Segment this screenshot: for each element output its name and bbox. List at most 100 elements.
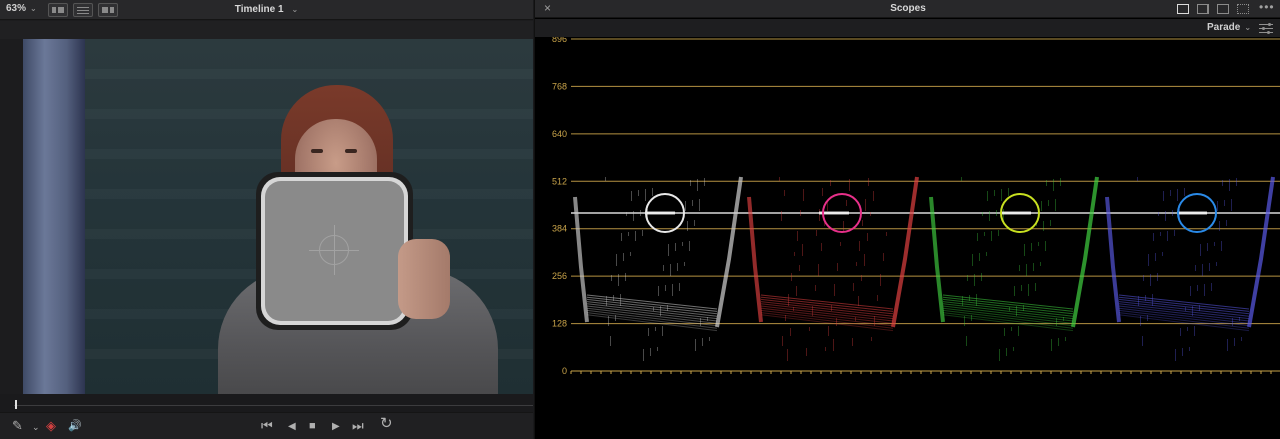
trace-band [1118, 314, 1250, 332]
dual-scope-layout-icon[interactable] [1197, 4, 1209, 14]
trace-speckle [605, 177, 606, 181]
trace-speckle [785, 315, 786, 321]
trace-speckle [1160, 232, 1161, 236]
layers-icon[interactable]: ◈ [46, 418, 56, 434]
trace-speckle [692, 200, 693, 206]
trace-speckle [611, 275, 612, 281]
trace-speckle [806, 348, 807, 356]
trace-speckle [679, 283, 680, 291]
last-frame-icon[interactable]: ⏭ [352, 418, 364, 434]
scopes-subbar: Parade ⌄ [535, 19, 1280, 37]
trace-band [1118, 307, 1250, 324]
first-frame-icon[interactable]: ⏮ [261, 418, 273, 434]
trace-speckle [1045, 241, 1046, 251]
trace-speckle [670, 264, 671, 276]
trace-speckle [653, 307, 654, 311]
trace-speckle [608, 316, 609, 326]
trace-speckle [1229, 179, 1230, 191]
trace-edge [929, 196, 945, 323]
trace-speckle [1150, 274, 1151, 286]
trace-speckle [668, 244, 669, 256]
trace-speckle [1167, 231, 1168, 241]
trace-speckle [781, 211, 782, 221]
playhead[interactable] [15, 400, 17, 409]
trace-speckle [1194, 326, 1195, 336]
trace-speckle [675, 243, 676, 251]
trace-edge [1071, 176, 1099, 328]
trace-edge [891, 176, 919, 328]
scope-mode-dropdown[interactable]: Parade ⌄ [1207, 22, 1251, 33]
quad-scope-layout-icon[interactable] [1217, 4, 1229, 14]
trace-speckle [1060, 178, 1061, 186]
trace-speckle [689, 241, 690, 251]
trace-speckle [1195, 265, 1196, 271]
trace-speckle [615, 315, 616, 321]
trace-band [942, 312, 1074, 329]
more-options-icon[interactable]: ••• [1259, 0, 1275, 14]
trace-speckle [837, 263, 838, 271]
trace-speckle [819, 209, 820, 221]
trace-speckle [1142, 336, 1143, 346]
timeline-selector[interactable]: Timeline 1 ⌄ [0, 4, 533, 15]
single-scope-layout-icon[interactable] [1177, 4, 1189, 14]
trace-speckle [657, 347, 658, 351]
trace-speckle [961, 177, 962, 181]
chevron-down-icon[interactable]: ⌄ [32, 419, 40, 435]
viewer-panel: 63% ⌄ Timeline 1 ⌄ ✎ ⌄ ◈ 🔊 ⏮ ◀ ■ ▶ ⏭ ↻ [0, 0, 533, 439]
trace-speckle [1185, 307, 1186, 311]
scope-axis-labels: 896 768 640 512 384 256 128 0 [552, 37, 567, 376]
video-frame[interactable] [23, 39, 533, 394]
frame-pillar [23, 39, 85, 394]
trace-speckle [831, 305, 832, 311]
trace-speckle [1174, 230, 1175, 236]
trace-speckle [867, 233, 868, 241]
trace-edge [1247, 176, 1275, 328]
audio-icon[interactable]: 🔊 [68, 418, 82, 434]
parade-channel [573, 176, 743, 361]
play-icon[interactable]: ▶ [332, 419, 340, 435]
trace-speckle [981, 273, 982, 281]
trace-speckle [1231, 199, 1232, 211]
trace-speckle [1041, 201, 1042, 211]
color-picker-icon[interactable]: ✎ [12, 418, 23, 434]
trace-speckle [1035, 283, 1036, 291]
trace-speckle [799, 265, 800, 271]
trace-speckle [873, 191, 874, 201]
trace-speckle [1024, 244, 1025, 256]
trace-speckle [643, 349, 644, 361]
trace-speckle [858, 296, 859, 306]
trace-speckle [621, 233, 622, 241]
trace-speckle [695, 339, 696, 351]
trace-speckle [830, 180, 831, 186]
trace-speckle [1207, 243, 1208, 251]
multi-scope-layout-icon[interactable] [1237, 4, 1249, 14]
scopes-title: Scopes [890, 3, 926, 14]
stop-icon[interactable]: ■ [309, 418, 316, 434]
trace-speckle [1189, 347, 1190, 351]
trace-speckle [626, 212, 627, 216]
trace-speckle [702, 338, 703, 346]
trace-speckle [1043, 221, 1044, 231]
trace-speckle [1040, 262, 1041, 266]
scope-settings-icon[interactable] [1259, 22, 1273, 34]
axis-label: 512 [552, 176, 567, 186]
trace-speckle [1019, 265, 1020, 271]
loop-icon[interactable]: ↻ [380, 416, 393, 432]
trace-speckle [1026, 264, 1027, 276]
play-reverse-icon[interactable]: ◀ [288, 419, 296, 435]
scrub-bar[interactable] [0, 394, 533, 412]
trace-speckle [1023, 305, 1024, 311]
trace-speckle [1177, 189, 1178, 201]
trace-speckle [610, 336, 611, 346]
trace-speckle [630, 252, 631, 256]
trace-speckle [972, 254, 973, 266]
trace-speckle [991, 231, 992, 241]
trace-speckle [998, 230, 999, 236]
scope-mode-label: Parade [1207, 22, 1241, 33]
trace-speckle [815, 285, 816, 291]
trace-edge [1105, 196, 1121, 323]
trace-speckle [633, 211, 634, 221]
trace-speckle [1148, 254, 1149, 266]
trace-band [760, 312, 894, 329]
trace-speckle [690, 180, 691, 186]
